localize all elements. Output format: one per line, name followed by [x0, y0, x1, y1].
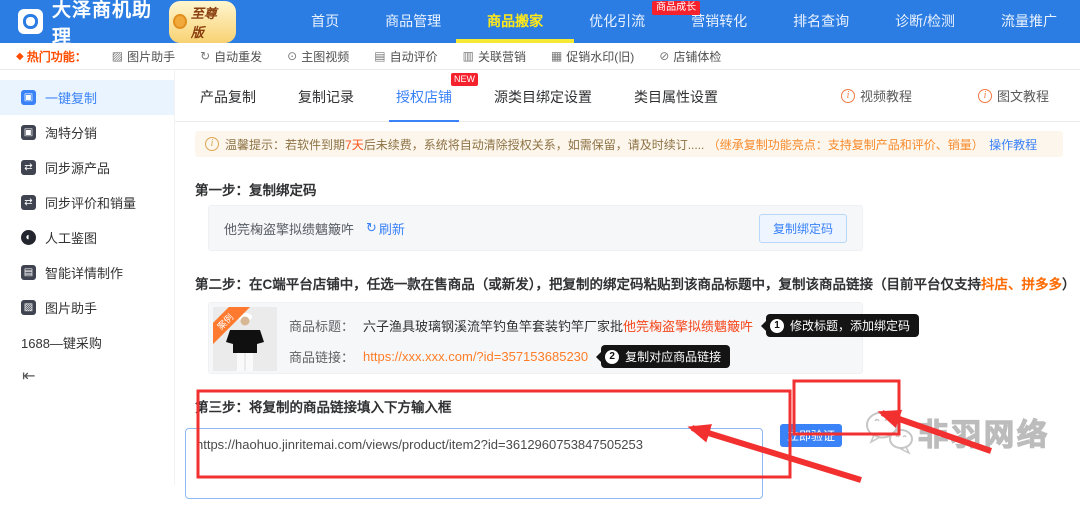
quick-item-auto-repost[interactable]: ↻ 自动重发: [200, 48, 262, 65]
top-navbar: 大泽商机助理 至尊版 首页 商品管理 商品搬家 优化引流 商品成长 营销转化 排…: [0, 0, 1080, 43]
step2-title: 第二步：在C端平台店铺中，任选一款在售商品（或新发），把复制的绑定码粘贴到该商品…: [195, 273, 1080, 293]
nav-rank-query[interactable]: 排名查询: [770, 0, 872, 43]
app-title: 大泽商机助理: [52, 0, 159, 49]
nav-marketing[interactable]: 商品成长 营销转化: [668, 0, 770, 43]
medal-icon: [173, 14, 187, 29]
watermark-icon: ▦: [551, 49, 562, 63]
nav-home[interactable]: 首页: [288, 0, 362, 43]
play-circle-icon: ⊙: [287, 49, 297, 63]
app-logo-icon: [18, 9, 43, 34]
quick-item-promo-watermark[interactable]: ▦ 促销水印(旧): [551, 48, 634, 65]
sidebar-item-sync-source-product[interactable]: ⇄ 同步源产品: [0, 150, 174, 185]
supported-platforms: 抖店、拼多多: [981, 277, 1062, 292]
quick-item-main-video[interactable]: ⊙ 主图视频: [287, 48, 349, 65]
step1-title: 第一步：复制绑定码: [195, 179, 1080, 199]
collapse-sidebar-icon[interactable]: ⇤: [0, 366, 174, 386]
refresh-icon: ↻: [366, 220, 377, 236]
redo-icon: ↻: [200, 49, 210, 63]
help-links: i 视频教程 i 图文教程: [841, 86, 1055, 105]
vip-badge-label: 至尊版: [191, 3, 225, 41]
tip-modify-title: 1 修改标题，添加绑定码: [766, 314, 919, 337]
quick-item-image-helper[interactable]: ▨ 图片助手: [112, 48, 175, 65]
product-thumbnail: 案例: [213, 307, 277, 371]
step3-title: 第三步：将复制的商品链接填入下方输入框: [195, 396, 1080, 416]
nav-diagnose[interactable]: 诊断/检测: [872, 0, 978, 43]
sidebar-item-image-helper[interactable]: ▨ 图片助手: [0, 290, 174, 325]
title-bind-code: 他笎椈盗擎拟缋魑簸吘: [623, 319, 753, 334]
tab-copy-history[interactable]: 复制记录: [298, 70, 354, 122]
doc-tutorial-link[interactable]: i 图文教程: [978, 86, 1049, 105]
tab-category-attributes[interactable]: 类目属性设置: [634, 70, 718, 122]
example-product-card: 案例 商品标题： 六子渔具玻璃钢溪流竿钓鱼竿套装钓竿厂家批他笎椈盗擎拟缋魑簸吘 …: [208, 302, 863, 374]
bind-code-text: 他笎椈盗擎拟缋魑簸吘: [224, 219, 354, 238]
bind-code-box: 他笎椈盗擎拟缋魑簸吘 ↻ 刷新 复制绑定码: [208, 205, 863, 251]
tutorial-link[interactable]: 操作教程: [989, 138, 1037, 152]
hot-functions-label: ◆ 热门功能：: [16, 48, 87, 65]
image-icon: ▨: [21, 300, 36, 315]
copy-bind-code-button[interactable]: 复制绑定码: [759, 214, 847, 243]
tab-authorized-shops[interactable]: 授权店铺 NEW: [396, 70, 452, 122]
quick-item-related-marketing[interactable]: ▥ 关联营销: [463, 48, 526, 65]
quick-item-shop-checkup[interactable]: ⊘ 店铺体检: [659, 48, 721, 65]
detail-doc-icon: ▤: [21, 265, 36, 280]
sidebar-item-smart-detail-maker[interactable]: ▤ 智能详情制作: [0, 255, 174, 290]
info-icon: i: [978, 89, 992, 103]
flame-icon: ◆: [16, 51, 24, 62]
step-number-2: 2: [605, 350, 619, 364]
tab-source-category-binding[interactable]: 源类目绑定设置: [494, 70, 592, 122]
panel-icon: ▥: [463, 49, 474, 63]
top-nav: 首页 商品管理 商品搬家 优化引流 商品成长 营销转化 排名查询 诊断/检测 流…: [288, 0, 1080, 43]
quick-function-bar: ◆ 热门功能： ▨ 图片助手 ↻ 自动重发 ⊙ 主图视频 ▤ 自动评价 ▥ 关联…: [0, 43, 1080, 70]
sidebar-item-sync-reviews-sales[interactable]: ⇄ 同步评价和销量: [0, 185, 174, 220]
sidebar-item-one-key-copy[interactable]: ▣ 一键复制: [0, 80, 174, 115]
warning-info-icon: i: [205, 137, 219, 151]
product-title-row: 商品标题： 六子渔具玻璃钢溪流竿钓鱼竿套装钓竿厂家批他笎椈盗擎拟缋魑簸吘 1 修…: [289, 314, 919, 337]
link-input-zone: https://haohuo.jinritemai.com/views/prod…: [175, 420, 1080, 520]
product-link-row: 商品链接： https://xxx.xxx.com/?id=3571536852…: [289, 345, 730, 368]
copy-icon: ▣: [21, 90, 36, 105]
sync-icon: ⇄: [21, 195, 36, 210]
image-icon: ▨: [112, 49, 123, 63]
sidebar-item-1688-purchase[interactable]: 1688—键采购: [0, 325, 174, 360]
sidebar: ▣ 一键复制 ▣ 淘特分销 ⇄ 同步源产品 ⇄ 同步评价和销量 ◐ 人工鉴图 ▤…: [0, 70, 175, 485]
sidebar-item-taote-distribution[interactable]: ▣ 淘特分销: [0, 115, 174, 150]
tab-product-copy[interactable]: 产品复制: [200, 70, 256, 122]
vip-badge: 至尊版: [169, 1, 236, 43]
video-tutorial-link[interactable]: i 视频教程: [841, 86, 912, 105]
sidebar-item-manual-image-check[interactable]: ◐ 人工鉴图: [0, 220, 174, 255]
info-icon: i: [841, 89, 855, 103]
comment-icon: ▤: [374, 49, 385, 63]
notice-text: 温馨提示：若软件到期7天后未续费，系统将自动清除授权关系，如需保留，请及时续订.…: [225, 136, 1037, 153]
notice-days: 7天: [345, 138, 364, 152]
tabs-row: 产品复制 复制记录 授权店铺 NEW 源类目绑定设置 类目属性设置 i 视频教程…: [175, 70, 1080, 122]
tip-copy-link: 2 复制对应商品链接: [601, 345, 730, 368]
new-badge: NEW: [451, 73, 478, 86]
nav-goods-manage[interactable]: 商品管理: [362, 0, 464, 43]
step-number-1: 1: [770, 319, 784, 333]
main-content: 产品复制 复制记录 授权店铺 NEW 源类目绑定设置 类目属性设置 i 视频教程…: [175, 70, 1080, 485]
nav-traffic[interactable]: 流量推广: [978, 0, 1080, 43]
product-title-text: 六子渔具玻璃钢溪流竿钓鱼竿套装钓竿厂家批他笎椈盗擎拟缋魑簸吘: [363, 316, 753, 335]
sync-icon: ⇄: [21, 160, 36, 175]
contrast-icon: ◐: [21, 230, 36, 245]
notice-highlight: （继承复制功能亮点：支持复制产品和评价、销量）: [708, 138, 984, 152]
nav-goods-move[interactable]: 商品搬家: [464, 0, 566, 43]
product-link-input[interactable]: https://haohuo.jinritemai.com/views/prod…: [185, 428, 763, 499]
verify-now-button[interactable]: 立即验证: [780, 424, 842, 447]
quick-item-auto-review[interactable]: ▤ 自动评价: [374, 48, 437, 65]
doc-icon: ▣: [21, 125, 36, 140]
notice-bar: i 温馨提示：若软件到期7天后未续费，系统将自动清除授权关系，如需保留，请及时续…: [195, 131, 1063, 157]
growth-badge: 商品成长: [652, 1, 700, 15]
nav-marketing-label: 营销转化: [691, 13, 747, 29]
check-circle-icon: ⊘: [659, 49, 669, 63]
hot-functions-text: 热门功能：: [27, 48, 87, 65]
product-link-url: https://xxx.xxx.com/?id=357153685230: [363, 349, 588, 364]
refresh-link[interactable]: ↻ 刷新: [366, 219, 405, 238]
